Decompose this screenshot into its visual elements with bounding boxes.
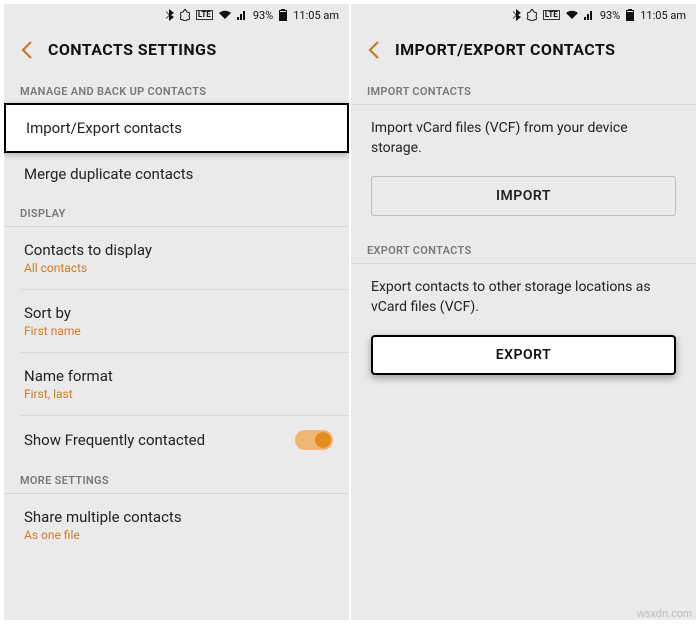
page-title: IMPORT/EXPORT CONTACTS [395,40,615,59]
row-contacts-to-display[interactable]: Contacts to display All contacts [4,227,349,289]
row-merge-duplicates[interactable]: Merge duplicate contacts [4,151,349,197]
row-label: Contacts to display [24,241,333,259]
volte-icon: LTE [196,10,213,20]
row-value: All contacts [24,261,333,275]
empty-area [4,556,349,620]
back-icon[interactable] [20,41,34,59]
wifi-icon [566,10,578,20]
page-title: CONTACTS SETTINGS [48,40,217,59]
battery-icon [626,9,634,21]
row-value: As one file [24,528,333,542]
dnd-icon [527,9,537,21]
section-more: MORE SETTINGS [4,464,349,494]
dnd-icon [180,9,190,21]
screen-import-export: LTE 93% 11:05 am IMPORT/EXPORT CONTACTS … [351,4,696,620]
battery-percent: 93% [600,9,620,22]
import-button[interactable]: IMPORT [371,176,676,216]
row-value: First, last [24,387,333,401]
row-label: Name format [24,367,333,385]
signal-icon [584,10,594,20]
header: IMPORT/EXPORT CONTACTS [351,26,696,75]
row-import-export[interactable]: Import/Export contacts [4,103,349,153]
row-label: Merge duplicate contacts [24,165,333,183]
row-name-format[interactable]: Name format First, last [4,353,349,415]
row-label: Sort by [24,304,333,322]
row-label: Show Frequently contacted [24,431,205,449]
empty-area [351,393,696,620]
export-description: Export contacts to other storage locatio… [351,264,696,321]
section-export: EXPORT CONTACTS [351,234,696,264]
row-label: Import/Export contacts [26,119,331,137]
watermark: wsxdn.com [637,608,692,620]
volte-icon: LTE [543,10,560,20]
status-bar: LTE 93% 11:05 am [351,4,696,26]
row-label: Share multiple contacts [24,508,333,526]
signal-icon [237,10,247,20]
row-sort-by[interactable]: Sort by First name [4,290,349,352]
section-display: DISPLAY [4,197,349,227]
row-show-frequently[interactable]: Show Frequently contacted [4,416,349,464]
header: CONTACTS SETTINGS [4,26,349,75]
back-icon[interactable] [367,41,381,59]
export-button[interactable]: EXPORT [371,335,676,375]
import-description: Import vCard files (VCF) from your devic… [351,105,696,162]
row-value: First name [24,324,333,338]
bluetooth-icon [513,9,521,21]
battery-percent: 93% [253,9,273,22]
section-manage: MANAGE AND BACK UP CONTACTS [4,75,349,105]
screen-contacts-settings: LTE 93% 11:05 am CONTACTS SETTINGS MANAG… [4,4,349,620]
status-bar: LTE 93% 11:05 am [4,4,349,26]
clock: 11:05 am [640,9,686,22]
wifi-icon [219,10,231,20]
clock: 11:05 am [293,9,339,22]
bluetooth-icon [166,9,174,21]
section-import: IMPORT CONTACTS [351,75,696,105]
battery-icon [279,9,287,21]
row-share-multiple[interactable]: Share multiple contacts As one file [4,494,349,556]
toggle-on-icon[interactable] [295,430,333,450]
